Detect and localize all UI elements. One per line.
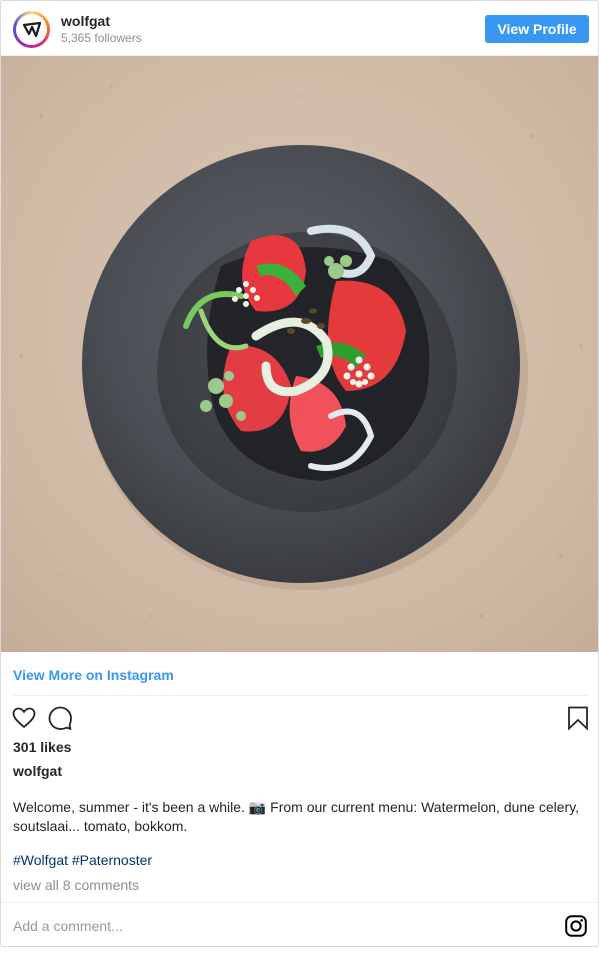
comment-icon[interactable] [47, 705, 73, 731]
hashtag-list: #Wolfgat #Paternoster [13, 852, 152, 868]
wolfgat-logo-icon [16, 14, 47, 45]
divider [13, 695, 588, 696]
avatar[interactable] [13, 11, 50, 48]
hashtag-link[interactable]: #Paternoster [72, 852, 152, 868]
comment-bar [1, 902, 598, 946]
caption-username[interactable]: wolfgat [13, 763, 62, 779]
like-count[interactable]: 301 likes [13, 739, 71, 755]
caption-text: Welcome, summer - it's been a while. 📷 F… [13, 799, 580, 834]
follower-count: 5,365 followers [61, 31, 142, 45]
view-profile-button[interactable]: View Profile [485, 15, 589, 43]
post-photo[interactable] [1, 56, 598, 652]
post-header: wolfgat 5,365 followers View Profile [1, 1, 598, 56]
view-comments-link[interactable]: view all 8 comments [13, 877, 139, 893]
view-more-link[interactable]: View More on Instagram [13, 667, 174, 683]
comment-input[interactable] [13, 915, 533, 937]
hashtag-link[interactable]: #Wolfgat [13, 852, 68, 868]
instagram-icon[interactable] [565, 915, 587, 937]
account-name[interactable]: wolfgat [61, 13, 110, 29]
instagram-embed-card: wolfgat 5,365 followers View Profile Vie… [0, 0, 599, 947]
heart-icon[interactable] [11, 705, 37, 731]
bookmark-icon[interactable] [565, 705, 591, 731]
